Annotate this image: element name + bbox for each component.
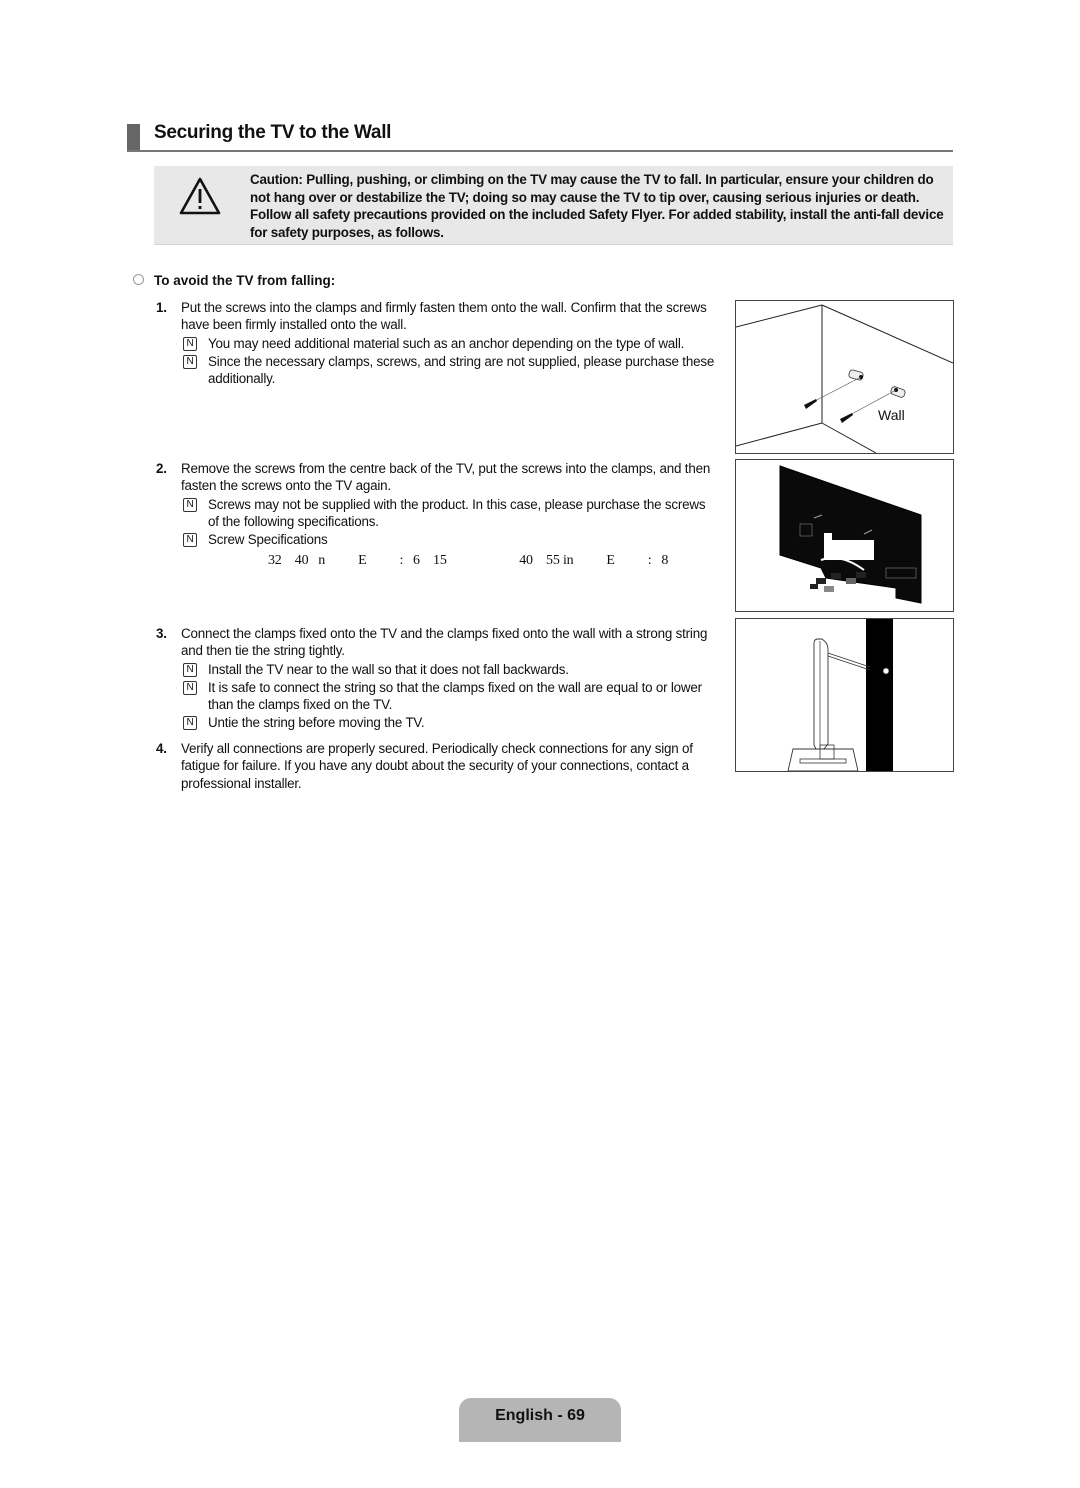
side-view-illustration <box>787 619 893 771</box>
wall-section <box>866 619 893 771</box>
step-number: 4. <box>156 741 167 756</box>
step-4: 4. Verify all connections are properly s… <box>156 740 716 792</box>
section-header: Securing the TV to the Wall <box>127 122 953 152</box>
note-icon: N <box>183 336 197 351</box>
step-3: 3. Connect the clamps fixed onto the TV … <box>156 625 716 732</box>
note-icon: N <box>183 680 197 695</box>
page-number-tab: English - 69 <box>459 1398 621 1442</box>
step-2: 2. Remove the screws from the centre bac… <box>156 460 716 570</box>
note: N Untie the string before moving the TV. <box>183 714 716 731</box>
note-icon: N <box>183 497 197 512</box>
screw-icon <box>840 413 853 423</box>
caution-box: Caution: Pulling, pushing, or climbing o… <box>154 166 953 245</box>
note: N Install the TV near to the wall so that… <box>183 661 716 678</box>
screw-spec-line: 32 40 n E : 6 15 40 55 in E : 8 <box>268 553 669 569</box>
warning-triangle-icon <box>179 177 221 215</box>
subheading: To avoid the TV from falling: <box>133 273 335 288</box>
clamp-icon <box>848 369 864 381</box>
figure-tv-back <box>735 459 954 612</box>
wall-corner-illustration: Wall <box>736 304 953 453</box>
page-title: Securing the TV to the Wall <box>154 122 392 143</box>
note: N Screws may not be supplied with the pro… <box>183 496 716 531</box>
figure-wall-clamps: Wall <box>735 300 954 454</box>
step-text: Connect the clamps fixed onto the TV and… <box>181 626 708 659</box>
step-text: Verify all connections are properly secu… <box>181 741 693 791</box>
screw-icon <box>804 399 817 409</box>
figure-side-view <box>735 618 954 772</box>
wall-label: Wall <box>878 407 905 423</box>
note-icon: N <box>183 716 197 731</box>
step-text: Remove the screws from the centre back o… <box>181 461 711 494</box>
step-number: 3. <box>156 626 167 641</box>
note-icon: N <box>183 533 197 548</box>
note-icon: N <box>183 662 197 677</box>
step-number: 1. <box>156 300 167 315</box>
circle-bullet-icon <box>133 274 144 285</box>
step-number: 2. <box>156 461 167 476</box>
tv-back-illustration <box>779 465 922 604</box>
note-icon: N <box>183 354 197 369</box>
note: N Screw Specifications <box>183 531 716 548</box>
caution-text: Caution: Pulling, pushing, or climbing o… <box>250 172 944 240</box>
step-text: Put the screws into the clamps and firml… <box>181 300 707 333</box>
note: N You may need additional material such a… <box>183 335 716 352</box>
note: N It is safe to connect the string so tha… <box>183 679 716 714</box>
note: N Since the necessary clamps, screws, and… <box>183 353 716 388</box>
title-accent-bar <box>127 124 140 150</box>
clamp-icon <box>882 667 890 675</box>
step-1: 1. Put the screws into the clamps and fi… <box>156 299 716 387</box>
